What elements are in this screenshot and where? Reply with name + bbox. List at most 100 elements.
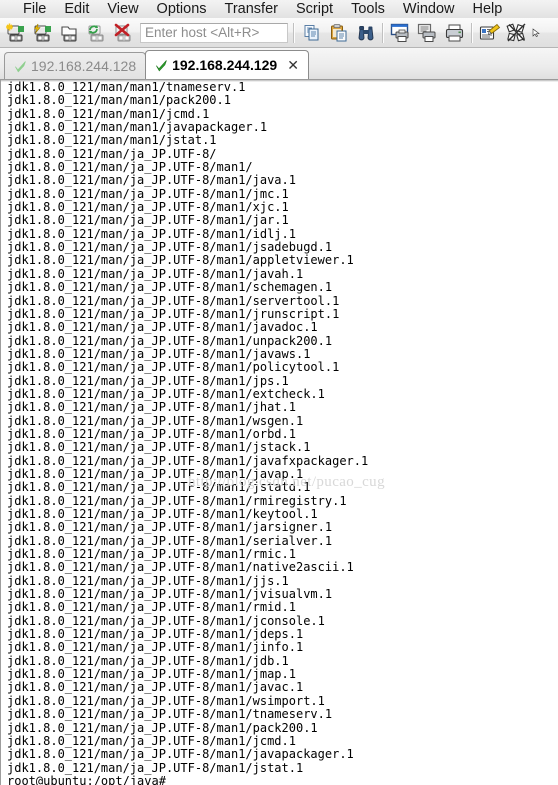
paste-icon[interactable]	[325, 20, 352, 46]
paste-glyph	[330, 23, 346, 41]
terminal-line: jdk1.8.0_121/man/ja_JP.UTF-8/man1/extche…	[7, 386, 325, 401]
terminal-line: jdk1.8.0_121/man/ja_JP.UTF-8/man1/jstatd…	[7, 480, 311, 495]
terminal-line: jdk1.8.0_121/man/man1/tnameserv.1	[7, 80, 246, 94]
terminal-line: jdk1.8.0_121/man/ja_JP.UTF-8/man1/jmap.1	[7, 667, 296, 682]
host-input-placeholder: Enter host <Alt+R>	[145, 25, 260, 40]
terminal-line: jdk1.8.0_121/man/ja_JP.UTF-8/man1/java.1	[7, 173, 296, 188]
binoculars-glyph	[358, 25, 373, 40]
global-options-glyph	[505, 22, 525, 41]
menu-bar: File Edit View Options Transfer Script Tools Wi…	[0, 0, 558, 18]
tab-label: 192.168.244.129	[172, 57, 278, 73]
terminal-line: jdk1.8.0_121/man/ja_JP.UTF-8/man1/jstat.…	[7, 760, 304, 775]
terminal-line: jdk1.8.0_121/man/ja_JP.UTF-8/	[7, 146, 217, 161]
terminal-line: jdk1.8.0_121/man/ja_JP.UTF-8/man1/tnames…	[7, 707, 333, 722]
tab-192.168.244.129[interactable]: 192.168.244.129 ✕	[145, 50, 309, 79]
terminal-line: jdk1.8.0_121/man/ja_JP.UTF-8/man1/xjc.1	[7, 200, 289, 215]
quick-connect-glyph	[33, 23, 51, 41]
printer-glyph	[445, 24, 463, 41]
terminal-line: root@ubuntu:/opt/java#	[7, 773, 166, 785]
tab-label: 192.168.244.128	[31, 58, 137, 74]
toolbar: Enter host <Alt+R>	[0, 18, 558, 48]
help-arrow-icon[interactable]	[530, 20, 542, 46]
disconnect-icon[interactable]	[110, 20, 137, 46]
menu-item-window[interactable]: Window	[394, 0, 464, 18]
terminal-line: jdk1.8.0_121/man/ja_JP.UTF-8/man1/rmic.1	[7, 547, 296, 562]
new-session-glyph	[5, 23, 24, 41]
terminal-line: jdk1.8.0_121/man/ja_JP.UTF-8/man1/javap.…	[7, 466, 304, 481]
terminal-line: jdk1.8.0_121/man/ja_JP.UTF-8/man1/jconso…	[7, 613, 325, 628]
menu-item-file[interactable]: File	[14, 0, 55, 18]
menu-item-script[interactable]: Script	[287, 0, 342, 18]
menu-item-tools[interactable]: Tools	[342, 0, 394, 18]
print-selection-glyph	[417, 23, 435, 42]
reconnect-icon[interactable]	[83, 20, 110, 46]
terminal-line: jdk1.8.0_121/man/ja_JP.UTF-8/man1/javado…	[7, 320, 318, 335]
tab-bar: 192.168.244.128 192.168.244.129 ✕	[0, 48, 558, 80]
terminal-line: jdk1.8.0_121/man/man1/javapackager.1	[7, 120, 268, 135]
terminal-line: jdk1.8.0_121/man/ja_JP.UTF-8/man1/jcmd.1	[7, 733, 296, 748]
terminal-line: jdk1.8.0_121/man/ja_JP.UTF-8/man1/javapa…	[7, 747, 354, 762]
terminal-line: jdk1.8.0_121/man/ja_JP.UTF-8/man1/	[7, 160, 253, 175]
menu-item-transfer[interactable]: Transfer	[216, 0, 287, 18]
menu-item-view[interactable]: View	[98, 0, 147, 18]
terminal-line: jdk1.8.0_121/man/ja_JP.UTF-8/man1/jvisua…	[7, 587, 333, 602]
connected-check-icon	[156, 59, 167, 71]
terminal-line: jdk1.8.0_121/man/ja_JP.UTF-8/man1/javaws…	[7, 346, 311, 361]
session-options-icon[interactable]	[476, 20, 503, 46]
terminal-line: jdk1.8.0_121/man/ja_JP.UTF-8/man1/pack20…	[7, 720, 318, 735]
terminal-line: jdk1.8.0_121/man/ja_JP.UTF-8/man1/schema…	[7, 280, 333, 295]
terminal-line: jdk1.8.0_121/man/ja_JP.UTF-8/man1/jdeps.…	[7, 627, 304, 642]
terminal-line: jdk1.8.0_121/man/ja_JP.UTF-8/man1/jdb.1	[7, 653, 289, 668]
terminal-line: jdk1.8.0_121/man/ja_JP.UTF-8/man1/orbd.1	[7, 426, 296, 441]
disconnect-glyph	[114, 23, 130, 41]
terminal-line: jdk1.8.0_121/man/ja_JP.UTF-8/man1/applet…	[7, 253, 354, 268]
print-screen-glyph	[390, 23, 408, 42]
terminal-line: jdk1.8.0_121/man/man1/pack200.1	[7, 93, 231, 108]
terminal-line: jdk1.8.0_121/man/ja_JP.UTF-8/man1/jrunsc…	[7, 306, 340, 321]
toolbar-separator-3	[471, 22, 473, 43]
terminal-line: jdk1.8.0_121/man/ja_JP.UTF-8/man1/javac.…	[7, 680, 304, 695]
new-session-icon[interactable]	[2, 20, 29, 46]
connected-check-icon	[15, 60, 26, 72]
copy-glyph	[304, 24, 318, 40]
reconnect-glyph	[88, 24, 103, 41]
terminal-line: jdk1.8.0_121/man/ja_JP.UTF-8/man1/idlj.1	[7, 226, 296, 241]
terminal-line: jdk1.8.0_121/man/ja_JP.UTF-8/man1/javah.…	[7, 266, 304, 281]
print-screen-icon[interactable]	[387, 20, 414, 46]
terminal-line: jdk1.8.0_121/man/ja_JP.UTF-8/man1/jjs.1	[7, 573, 289, 588]
terminal-line: jdk1.8.0_121/man/ja_JP.UTF-8/man1/jinfo.…	[7, 640, 304, 655]
terminal-line: jdk1.8.0_121/man/man1/jstat.1	[7, 133, 217, 148]
print-selection-icon[interactable]	[414, 20, 441, 46]
terminal-line: jdk1.8.0_121/man/ja_JP.UTF-8/man1/wsimpo…	[7, 693, 325, 708]
toolbar-separator-2	[382, 22, 384, 43]
terminal-line: jdk1.8.0_121/man/ja_JP.UTF-8/man1/javafx…	[7, 453, 369, 468]
terminal-pane[interactable]: jdk1.8.0_121/man/man1/tnameserv.1 jdk1.8.…	[0, 80, 558, 785]
new-tab-glyph	[60, 25, 77, 41]
tab-192.168.244.128[interactable]: 192.168.244.128	[4, 52, 147, 79]
toolbar-separator-1	[293, 22, 295, 43]
terminal-line: jdk1.8.0_121/man/ja_JP.UTF-8/man1/jarsig…	[7, 520, 333, 535]
help-arrow-glyph	[532, 27, 540, 37]
menu-item-help[interactable]: Help	[464, 0, 512, 18]
close-icon[interactable]: ✕	[287, 58, 299, 72]
find-icon[interactable]	[352, 20, 379, 46]
terminal-line: jdk1.8.0_121/man/ja_JP.UTF-8/man1/jps.1	[7, 373, 289, 388]
terminal-line: jdk1.8.0_121/man/ja_JP.UTF-8/man1/policy…	[7, 360, 340, 375]
terminal-line: jdk1.8.0_121/man/ja_JP.UTF-8/man1/jmc.1	[7, 186, 289, 201]
global-options-icon[interactable]	[503, 20, 530, 46]
quick-connect-icon[interactable]	[29, 20, 56, 46]
new-tab-icon[interactable]	[56, 20, 83, 46]
terminal-line: jdk1.8.0_121/man/ja_JP.UTF-8/man1/jar.1	[7, 213, 289, 228]
terminal-line: jdk1.8.0_121/man/ja_JP.UTF-8/man1/rmireg…	[7, 493, 347, 508]
terminal-line: jdk1.8.0_121/man/ja_JP.UTF-8/man1/unpack…	[7, 333, 333, 348]
terminal-line: jdk1.8.0_121/man/ja_JP.UTF-8/man1/jstack…	[7, 440, 311, 455]
host-input[interactable]: Enter host <Alt+R>	[140, 22, 288, 43]
terminal-line: jdk1.8.0_121/man/ja_JP.UTF-8/man1/wsgen.…	[7, 413, 304, 428]
terminal-line: jdk1.8.0_121/man/ja_JP.UTF-8/man1/keytoo…	[7, 507, 318, 521]
copy-icon[interactable]	[298, 20, 325, 46]
menu-item-options[interactable]: Options	[148, 0, 216, 18]
print-icon[interactable]	[441, 20, 468, 46]
menu-item-edit[interactable]: Edit	[55, 0, 98, 18]
terminal-output[interactable]: jdk1.8.0_121/man/man1/tnameserv.1 jdk1.8.…	[1, 80, 558, 785]
terminal-line: jdk1.8.0_121/man/ja_JP.UTF-8/man1/serial…	[7, 533, 333, 548]
